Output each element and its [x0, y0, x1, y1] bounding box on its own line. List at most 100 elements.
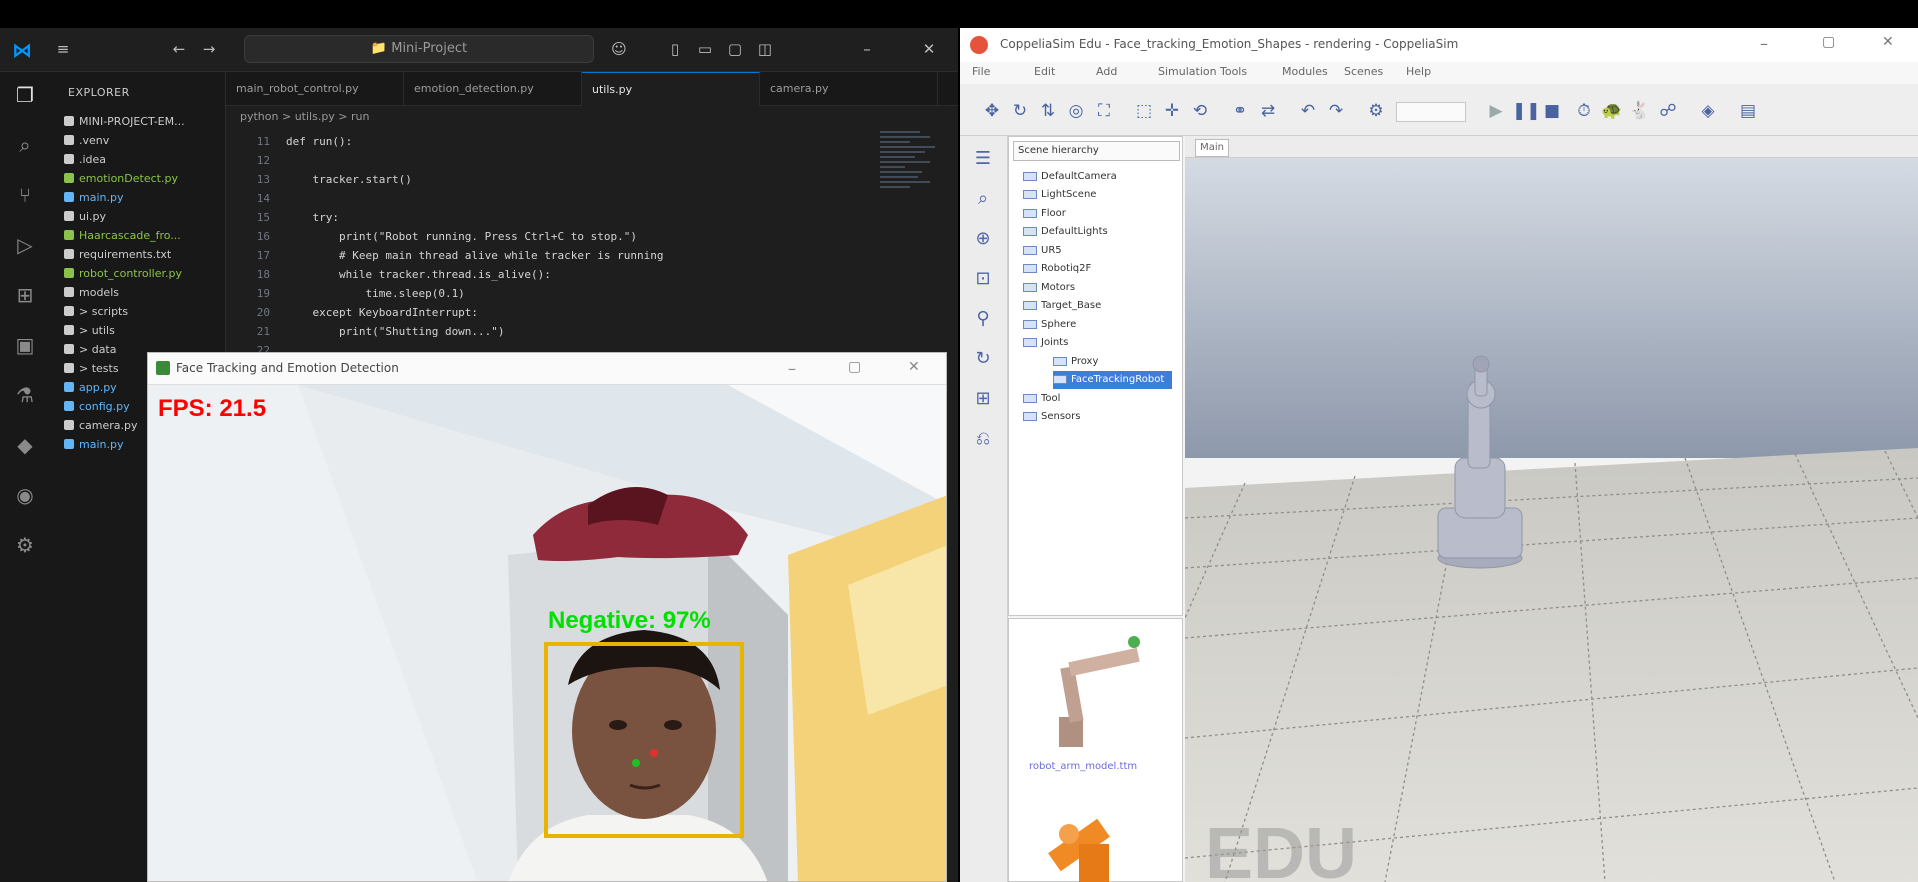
- explorer-item[interactable]: > utils: [64, 321, 115, 339]
- editor-tab[interactable]: emotion_detection.py: [404, 72, 582, 106]
- explorer-item[interactable]: .idea: [64, 150, 106, 168]
- faster-icon[interactable]: 🐇: [1628, 99, 1652, 123]
- menu-icon[interactable]: ≡: [54, 40, 72, 58]
- scene-tree-item[interactable]: Sensors: [1023, 408, 1081, 426]
- code-line[interactable]: tracker.start(): [286, 170, 411, 189]
- scene-tree-item[interactable]: LightScene: [1023, 186, 1096, 204]
- code-editor[interactable]: 11 def run(): 12 13 tracker.start() 14 15 t…: [226, 132, 866, 382]
- slower-icon[interactable]: 🐢: [1600, 99, 1624, 123]
- start-simulation-icon[interactable]: ▶: [1484, 99, 1508, 123]
- realtime-icon[interactable]: ⏱: [1572, 99, 1596, 123]
- source-control-icon[interactable]: ⑂: [12, 182, 38, 208]
- toggle-visualization-icon[interactable]: ◈: [1696, 99, 1720, 123]
- robot-model-thumbnail[interactable]: [1029, 627, 1149, 757]
- minimize-icon[interactable]: –: [788, 359, 796, 378]
- code-line[interactable]: [286, 151, 313, 170]
- maximize-icon[interactable]: ▢: [1822, 34, 1835, 50]
- model-browser-icon[interactable]: ☰: [970, 146, 996, 172]
- close-icon[interactable]: ✕: [920, 40, 938, 58]
- explorer-item[interactable]: > data: [64, 340, 117, 358]
- scene-tree-item[interactable]: Target_Base: [1023, 297, 1101, 315]
- explorer-item[interactable]: config.py: [64, 397, 130, 415]
- page-selector-icon[interactable]: ▤: [1736, 99, 1760, 123]
- orange-robot-thumbnail[interactable]: [1029, 794, 1149, 882]
- explorer-item[interactable]: > tests: [64, 359, 119, 377]
- camera-pan-icon[interactable]: ✥: [980, 99, 1004, 123]
- path-edit-icon[interactable]: ⎌: [970, 426, 996, 452]
- menu-item[interactable]: Add: [1096, 65, 1117, 78]
- undo-icon[interactable]: ↶: [1296, 99, 1320, 123]
- menu-item[interactable]: Edit: [1034, 65, 1055, 78]
- explorer-item[interactable]: > scripts: [64, 302, 128, 320]
- extensions-icon[interactable]: ⊞: [12, 282, 38, 308]
- explorer-icon[interactable]: ❐: [12, 82, 38, 108]
- explorer-item[interactable]: models: [64, 283, 119, 301]
- menu-item[interactable]: Tools: [1220, 65, 1247, 78]
- scene-tree-item[interactable]: Tool: [1023, 389, 1060, 407]
- scene-tree-item[interactable]: UR5: [1023, 241, 1062, 259]
- scene-tree-item[interactable]: FaceTrackingRobot: [1053, 370, 1173, 389]
- scene-tree-item[interactable]: Proxy: [1053, 352, 1098, 370]
- explorer-item[interactable]: camera.py: [64, 416, 138, 434]
- stop-simulation-icon[interactable]: ■: [1540, 99, 1564, 123]
- scene-selector[interactable]: Scene hierarchy: [1013, 141, 1180, 161]
- object-shift-icon[interactable]: ✛: [1160, 99, 1184, 123]
- testing-icon[interactable]: ⚗: [12, 382, 38, 408]
- code-line[interactable]: print("Shutting down..."): [286, 322, 505, 341]
- camera-angle-icon[interactable]: ◎: [1064, 99, 1088, 123]
- explorer-item[interactable]: main.py: [64, 435, 123, 453]
- assemble-icon[interactable]: ⚭: [1228, 99, 1252, 123]
- editor-tab[interactable]: main_robot_control.py: [226, 72, 404, 106]
- minimize-icon[interactable]: –: [858, 40, 876, 58]
- camera-shift-icon[interactable]: ⇅: [1036, 99, 1060, 123]
- run-debug-icon[interactable]: ▷: [12, 232, 38, 258]
- explorer-item[interactable]: Haarcascade_fro...: [64, 226, 181, 244]
- camera-rotate-icon[interactable]: ↻: [1008, 99, 1032, 123]
- github-icon[interactable]: ◉: [12, 482, 38, 508]
- forward-arrow-icon[interactable]: →: [200, 40, 218, 58]
- layout-secondary-icon[interactable]: ▢: [726, 40, 744, 58]
- scene-tree-item[interactable]: Motors: [1023, 278, 1075, 296]
- menu-item[interactable]: Help: [1406, 65, 1431, 78]
- code-line[interactable]: while tracker.thread.is_alive():: [286, 265, 551, 284]
- dt-selector[interactable]: [1396, 102, 1466, 122]
- menu-item[interactable]: Simulation: [1158, 65, 1217, 78]
- code-line[interactable]: # Keep main thread alive while tracker i…: [286, 246, 664, 265]
- scene-tree-item[interactable]: Sphere: [1023, 315, 1076, 333]
- explorer-item[interactable]: app.py: [64, 378, 117, 396]
- menu-item[interactable]: Scenes: [1344, 65, 1383, 78]
- customize-layout-icon[interactable]: ◫: [756, 40, 774, 58]
- close-icon[interactable]: ✕: [1882, 34, 1894, 50]
- calculation-modules-icon[interactable]: ⊡: [970, 266, 996, 292]
- object-rotate-icon[interactable]: ⟲: [1188, 99, 1212, 123]
- explorer-item[interactable]: .venv: [64, 131, 109, 149]
- command-center-search[interactable]: 📁 Mini-Project: [244, 35, 594, 63]
- search-icon[interactable]: ⌕: [12, 132, 38, 158]
- scene-hierarchy-icon[interactable]: ⌕: [970, 186, 996, 212]
- fit-view-icon[interactable]: ⛶: [1092, 99, 1116, 123]
- explorer-item[interactable]: ui.py: [64, 207, 106, 225]
- minimap[interactable]: [880, 128, 940, 288]
- code-line[interactable]: time.sleep(0.1): [286, 284, 464, 303]
- explorer-item[interactable]: robot_controller.py: [64, 264, 182, 282]
- layout-sidebar-icon[interactable]: ▯: [666, 40, 684, 58]
- threaded-rendering-icon[interactable]: ☍: [1656, 99, 1680, 123]
- settings-gear-icon[interactable]: ⚙: [12, 532, 38, 558]
- minimize-icon[interactable]: –: [1760, 34, 1768, 53]
- viewport-tab[interactable]: Main: [1195, 139, 1229, 157]
- scene-tree-item[interactable]: Floor: [1023, 204, 1066, 222]
- pause-simulation-icon[interactable]: ❚❚: [1512, 99, 1541, 123]
- redo-icon[interactable]: ↷: [1324, 99, 1348, 123]
- back-arrow-icon[interactable]: ←: [170, 40, 188, 58]
- scene-tree-item[interactable]: DefaultLights: [1023, 223, 1108, 241]
- shapes-edit-icon[interactable]: ⊞: [970, 386, 996, 412]
- menu-item[interactable]: File: [972, 65, 990, 78]
- remote-explorer-icon[interactable]: ▣: [12, 332, 38, 358]
- breadcrumb[interactable]: python > utils.py > run: [240, 110, 369, 123]
- layout-panel-icon[interactable]: ▭: [696, 40, 714, 58]
- code-line[interactable]: print("Robot running. Press Ctrl+C to st…: [286, 227, 637, 246]
- 3d-viewport[interactable]: EDU: [1185, 158, 1918, 882]
- scene-tree-item[interactable]: DefaultCamera: [1023, 167, 1117, 185]
- explorer-item[interactable]: main.py: [64, 188, 123, 206]
- docker-icon[interactable]: ◆: [12, 432, 38, 458]
